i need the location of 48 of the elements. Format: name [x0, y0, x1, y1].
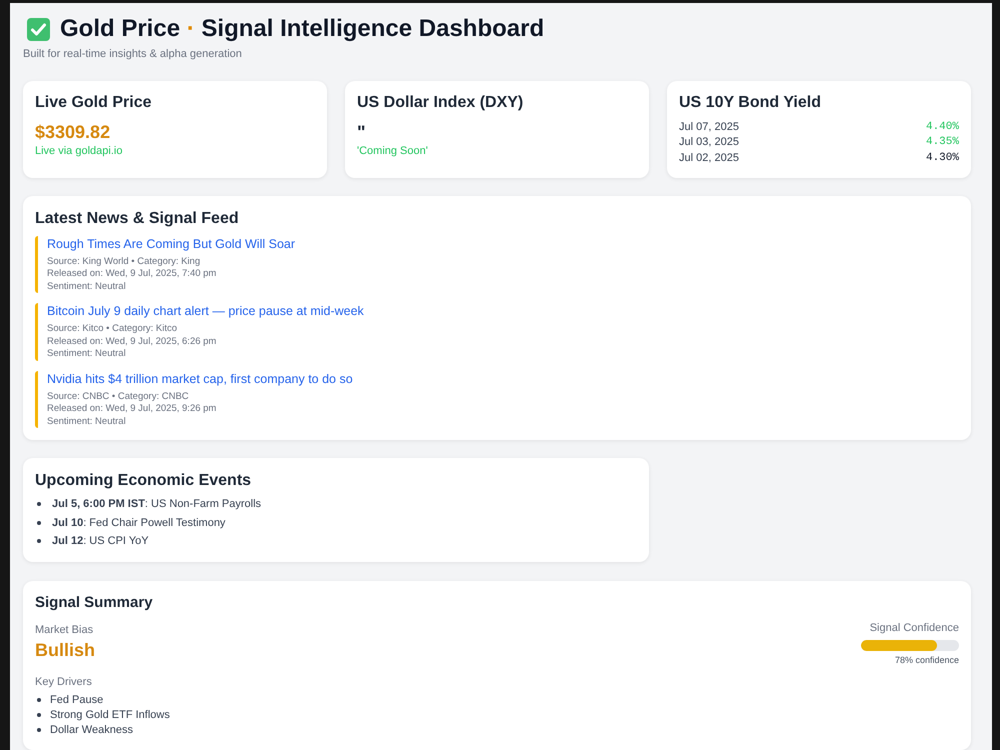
metric-note: Live via goldapi.io: [35, 144, 124, 158]
card-title: US Dollar Index (DXY): [357, 93, 524, 113]
news-release-time: Released on: Wed, 9 Jul, 2025, 9:26 pm: [47, 403, 216, 416]
metric-note: 'Coming Soon': [357, 144, 429, 158]
news-source: Source: Kitco • Category: Kitco: [47, 323, 178, 336]
news-headline-link[interactable]: Rough Times Are Coming But Gold Will Soar: [47, 236, 296, 252]
metric-value: ": [357, 121, 367, 144]
driver-text: Fed Pause: [50, 693, 104, 707]
yield-value: 4.40%: [926, 120, 959, 134]
drivers-label: Key Drivers: [35, 674, 93, 688]
yield-date: Jul 07, 2025: [679, 120, 739, 134]
news-release-time: Released on: Wed, 9 Jul, 2025, 6:26 pm: [47, 336, 216, 348]
bullet-icon: [37, 520, 41, 525]
news-headline-link[interactable]: Bitcoin July 9 daily chart alert — price pause at mid-week: [47, 303, 364, 319]
bias-value: Bullish: [35, 638, 96, 660]
bias-label: Market Bias: [35, 622, 94, 636]
yield-value: 4.30%: [926, 150, 959, 165]
news-sentiment: Sentiment: Neutral: [47, 348, 126, 360]
bullet-icon: [37, 502, 41, 506]
confidence-label: Signal Confidence: [870, 620, 959, 634]
driver-text: Strong Gold ETF Inflows: [50, 708, 170, 722]
event-text: Jul 10: Fed Chair Powell Testimony: [52, 516, 226, 530]
check-mark-icon: [27, 18, 50, 40]
news-source: Source: CNBC • Category: CNBC: [47, 390, 189, 403]
card-title: Latest News & Signal Feed: [35, 208, 240, 228]
card-title: US 10Y Bond Yield: [679, 93, 822, 113]
news-sentiment: Sentiment: Neutral: [47, 416, 126, 428]
page-title: Gold Price · Signal Intelligence Dashboard: [60, 16, 544, 42]
card-title: Signal Summary: [35, 592, 154, 612]
news-release-time: Released on: Wed, 9 Jul, 2025, 7:40 pm: [47, 268, 216, 280]
metric-value: $3309.82: [35, 121, 112, 144]
card-title: Live Gold Price: [35, 93, 152, 113]
news-source: Source: King World • Category: King: [47, 256, 200, 268]
card-title: Upcoming Economic Events: [35, 471, 252, 491]
yield-date: Jul 03, 2025: [679, 135, 739, 150]
event-text: Jul 12: US CPI YoY: [52, 534, 149, 548]
confidence-text: 78% confidence: [894, 654, 959, 666]
news-headline-link[interactable]: Nvidia hits $4 trillion market cap, first company to do so: [47, 370, 353, 386]
bullet-icon: [37, 698, 41, 702]
bullet-icon: [37, 539, 41, 544]
event-text: Jul 5, 6:00 PM IST: US Non-Farm Payrolls: [52, 497, 262, 512]
yield-date: Jul 02, 2025: [679, 150, 739, 165]
yield-value: 4.35%: [926, 135, 959, 150]
news-sentiment: Sentiment: Neutral: [47, 280, 126, 293]
bullet-icon: [37, 728, 41, 732]
bullet-icon: [37, 713, 41, 717]
driver-text: Dollar Weakness: [50, 723, 133, 737]
page-subtitle: Built for real-time insights & alpha generation: [23, 47, 243, 61]
